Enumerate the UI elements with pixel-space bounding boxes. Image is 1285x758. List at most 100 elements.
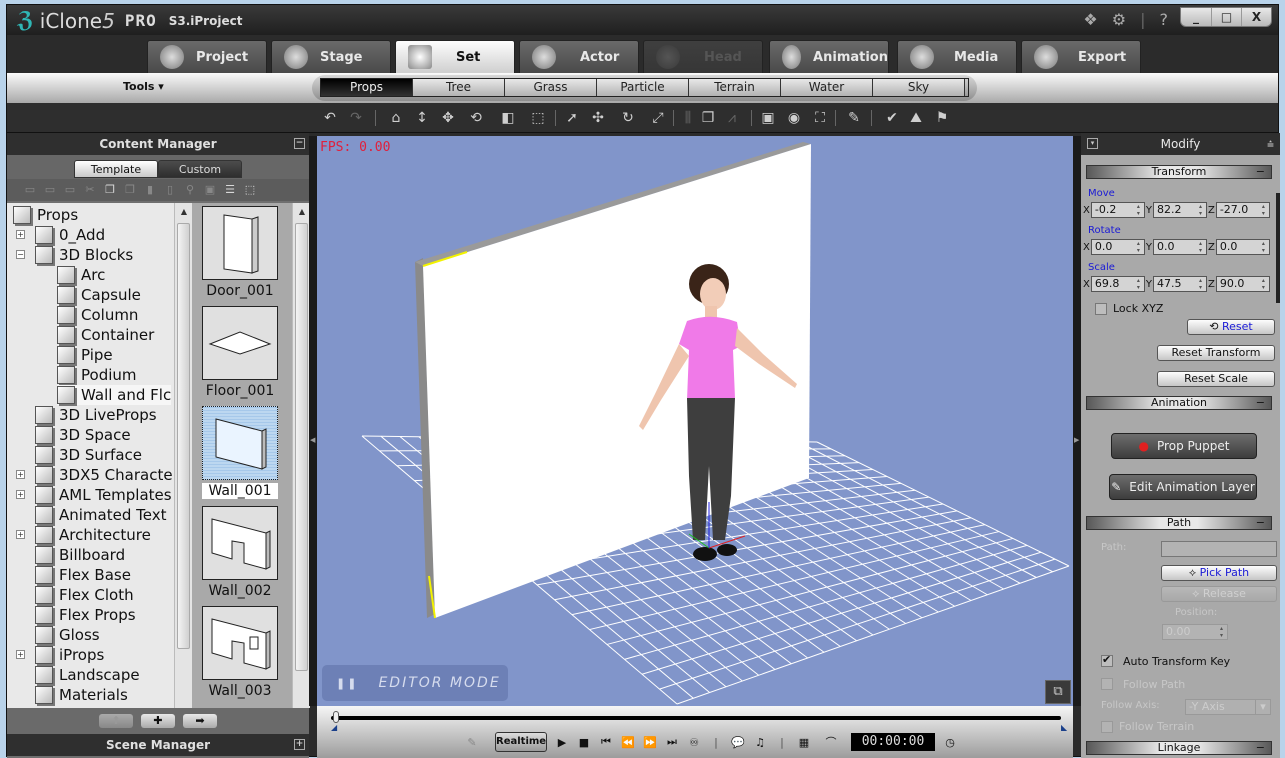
tree-item[interactable]: Materials <box>35 685 128 705</box>
right-panel-handle[interactable]: ▶ <box>1073 136 1081 706</box>
tree-item[interactable]: Landscape <box>35 665 140 685</box>
align-icon[interactable]: ⫼ <box>679 109 697 127</box>
properties-icon[interactable]: ▯ <box>163 184 177 196</box>
tab-project[interactable]: Project <box>147 40 267 73</box>
animation-section-header[interactable]: Animation − <box>1086 396 1272 410</box>
list-view-icon[interactable]: ☰ <box>223 184 237 196</box>
tree-item[interactable]: iProps <box>35 645 104 665</box>
path-field[interactable] <box>1161 541 1277 557</box>
terrain-icon[interactable]: ⛰ <box>907 109 925 127</box>
tree-item[interactable]: Flex Cloth <box>35 585 134 605</box>
thumbnail-item[interactable]: Wall_001 <box>202 406 278 499</box>
help-icon[interactable]: ? <box>1160 10 1169 29</box>
tree-item[interactable]: Animated Text <box>35 505 166 525</box>
import-icon[interactable]: ⬚ <box>243 184 257 196</box>
thumbnail-item[interactable]: Floor_001 <box>202 306 278 399</box>
thumbs-scrollbar[interactable]: ▲ <box>292 203 310 708</box>
timeline-panel-icon[interactable]: ▦ <box>797 736 811 749</box>
tree-item[interactable]: Column <box>57 305 138 325</box>
scroll-thumb[interactable] <box>177 223 190 649</box>
tree-item[interactable]: 3D Space <box>35 425 131 445</box>
move-vertical-icon[interactable]: ↕ <box>413 109 431 127</box>
end-marker-icon[interactable]: ◣ <box>1061 723 1067 732</box>
follow-axis-select[interactable]: -Y Axis <box>1185 699 1271 715</box>
audio-icon[interactable]: ♫ <box>753 736 767 749</box>
transform-section-header[interactable]: Transform − <box>1086 165 1272 179</box>
settings-icon[interactable]: ⚙ <box>1112 10 1126 29</box>
restore-view-button[interactable]: ⧉ <box>1045 680 1071 704</box>
linkage-section-header[interactable]: Linkage − <box>1086 741 1272 755</box>
rotate-y-field[interactable]: 0.0 <box>1152 239 1207 255</box>
collapse-icon[interactable]: − <box>16 250 25 259</box>
folder-icon[interactable]: ▭ <box>43 184 57 196</box>
copy-icon[interactable]: ❐ <box>103 184 117 196</box>
single-view-icon[interactable]: ▣ <box>759 109 777 127</box>
prop-puppet-button[interactable]: ● Prop Puppet <box>1111 433 1257 459</box>
thumbnail-item[interactable]: Wall_003 <box>202 606 278 699</box>
tree-item[interactable]: Flex Props <box>35 605 136 625</box>
last-frame-button[interactable]: ⏭ <box>665 735 679 749</box>
close-button[interactable]: X <box>1241 8 1271 26</box>
tab-actor[interactable]: Actor <box>519 40 639 73</box>
tools-menu[interactable]: Tools ▾ <box>123 80 164 93</box>
left-panel-handle[interactable]: ◀ <box>309 136 317 706</box>
reset-transform-button[interactable]: Reset Transform <box>1157 345 1275 361</box>
collapse-button[interactable]: − <box>294 138 305 149</box>
rotate-z-field[interactable]: 0.0 <box>1215 239 1270 255</box>
tree-item[interactable]: 3DX5 Characte <box>35 465 173 485</box>
new-folder-icon[interactable]: ▭ <box>23 184 37 196</box>
tab-export[interactable]: Export <box>1021 40 1141 73</box>
move-camera-icon[interactable]: ✥ <box>439 109 457 127</box>
editor-mode-toggle[interactable]: ❚❚ EDITOR MODE <box>322 665 508 701</box>
prev-frame-button[interactable]: ⏪ <box>621 736 635 749</box>
tree-item[interactable]: Capsule <box>57 285 141 305</box>
tree-item[interactable]: Container <box>57 325 154 345</box>
tab-custom[interactable]: Custom <box>158 160 242 178</box>
next-frame-button[interactable]: ⏩ <box>643 736 657 749</box>
thumbnail-item[interactable]: Wall_002 <box>202 506 278 599</box>
view-box-icon[interactable]: ◧ <box>499 109 517 127</box>
paint-icon[interactable]: ✎ <box>845 109 863 127</box>
expand-icon[interactable]: + <box>16 470 25 479</box>
move-x-field[interactable]: -0.2 <box>1090 202 1145 218</box>
follow-path-checkbox[interactable] <box>1101 678 1113 690</box>
lock-xyz-checkbox[interactable] <box>1095 303 1107 315</box>
tree-item[interactable]: Arc <box>57 265 105 285</box>
3d-viewport[interactable]: FPS: 0.00 ❚❚ EDITOR MODE ⧉ <box>317 136 1073 706</box>
stop-button[interactable]: ■ <box>577 736 591 749</box>
paste-icon[interactable]: ❐ <box>123 184 137 196</box>
curve-icon[interactable]: ⌒ <box>819 734 843 750</box>
tree-item[interactable]: 3D Surface <box>35 445 142 465</box>
tree-item[interactable]: Podium <box>57 365 137 385</box>
path-section-header[interactable]: Path − <box>1086 516 1272 530</box>
rotate-x-field[interactable]: 0.0 <box>1090 239 1145 255</box>
record-icon[interactable]: ✎ <box>457 736 487 749</box>
reset-button[interactable]: ⟲ Reset <box>1187 319 1275 335</box>
camera-view-icon[interactable]: ◉ <box>785 109 803 127</box>
expand-icon[interactable]: + <box>16 650 25 659</box>
loop-icon[interactable]: ♾ <box>687 736 701 749</box>
tree-item[interactable]: Billboard <box>35 545 125 565</box>
edit-animation-layer-button[interactable]: ✎ Edit Animation Layer <box>1109 474 1257 500</box>
tab-set[interactable]: Set <box>395 40 515 73</box>
tree-item[interactable]: Architecture <box>35 525 151 545</box>
pick-icon[interactable]: ✔ <box>883 109 901 127</box>
fullscreen-icon[interactable]: ⛶ <box>811 109 829 127</box>
orbit-icon[interactable]: ⟲ <box>467 109 485 127</box>
scene-canvas[interactable] <box>317 136 1073 706</box>
release-button[interactable]: ⟡ Release <box>1161 586 1277 602</box>
tree-item[interactable]: AML Templates <box>35 485 172 505</box>
tab-template[interactable]: Template <box>74 160 158 178</box>
move-z-field[interactable]: -27.0 <box>1215 202 1270 218</box>
flag-icon[interactable]: ⚑ <box>933 109 951 127</box>
play-button[interactable]: ▶ <box>555 736 569 749</box>
expand-icon[interactable]: + <box>16 490 25 499</box>
expand-icon[interactable]: + <box>16 530 25 539</box>
tree-item[interactable]: Flex Base <box>35 565 131 585</box>
subtab-grass[interactable]: Grass <box>505 79 597 96</box>
first-frame-button[interactable]: ⏮ <box>599 735 613 749</box>
reset-scale-button[interactable]: Reset Scale <box>1157 371 1275 387</box>
move-y-field[interactable]: 82.2 <box>1152 202 1207 218</box>
add-button[interactable]: ✚ <box>141 714 175 728</box>
delete-icon[interactable]: ▮ <box>143 184 157 196</box>
